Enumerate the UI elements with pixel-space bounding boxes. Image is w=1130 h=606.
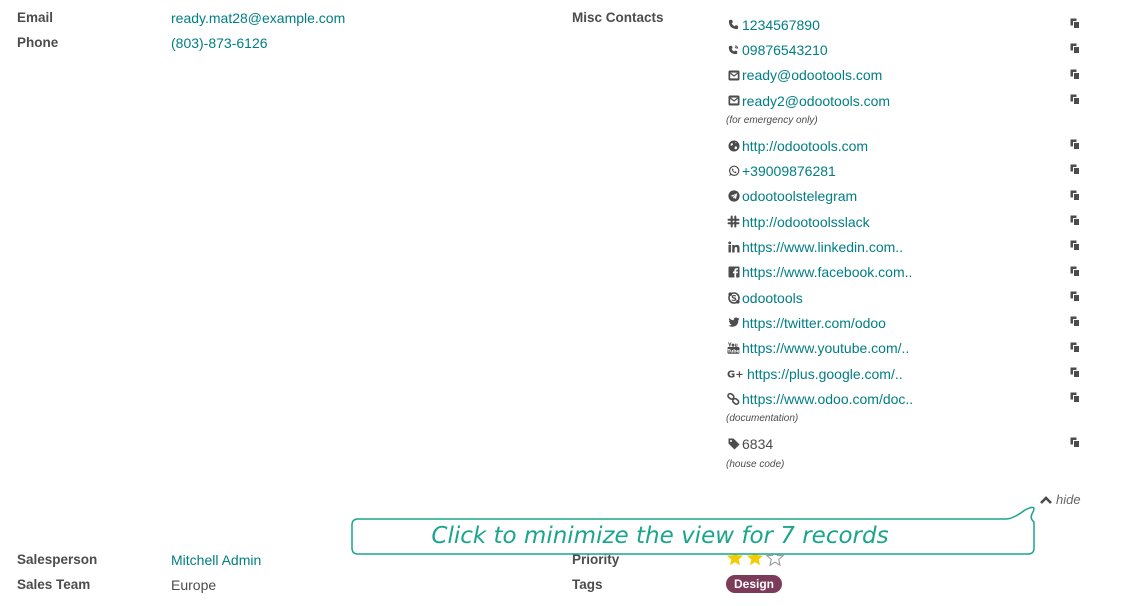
phone-icon — [726, 18, 741, 32]
contact-row: G+ https://plus.google.com/.. — [726, 361, 1086, 386]
contact-row: Tube https://www.youtube.com/.. — [726, 336, 1086, 361]
copy-icon[interactable] — [1070, 162, 1080, 176]
contact-value[interactable]: ready@odootools.com — [742, 67, 882, 83]
contact-row: +39009876281 — [726, 158, 1086, 183]
copy-icon[interactable] — [1070, 188, 1080, 201]
contact-note: (documentation) — [726, 413, 799, 425]
hint-callout: Click to minimize the view for 7 records — [350, 506, 1036, 555]
linkedin-icon — [726, 240, 741, 254]
salesperson-label: Salesperson — [17, 552, 98, 567]
contact-note: (house code) — [726, 458, 785, 470]
contact-row: 09876543210 — [726, 37, 1086, 62]
contact-row: 6834 — [726, 431, 1086, 456]
contact-row: odootoolstelegram — [726, 184, 1086, 209]
skype-icon: S — [726, 291, 741, 305]
globe-icon — [726, 139, 741, 153]
copy-icon[interactable] — [1070, 238, 1080, 252]
contact-value[interactable]: ready2@odootools.com — [742, 93, 890, 109]
contact-note: (for emergency only) — [726, 115, 818, 127]
copy-icon[interactable] — [1070, 41, 1080, 55]
contact-value[interactable]: http://odootools.com — [742, 138, 868, 154]
contact-value[interactable]: https://www.facebook.com.. — [742, 264, 912, 280]
telegram-icon — [726, 189, 741, 203]
mobile-icon — [726, 43, 741, 57]
copy-icon[interactable] — [1070, 92, 1080, 105]
whatsapp-icon — [726, 164, 741, 178]
copy-icon[interactable] — [1070, 264, 1080, 277]
callout-text: Click to minimize the view for 7 records — [431, 522, 889, 549]
contact-value[interactable]: odootools — [742, 290, 803, 306]
copy-icon[interactable] — [1070, 137, 1080, 151]
salesteam-value[interactable]: Europe — [171, 577, 216, 593]
contact-value[interactable]: https://www.odoo.com/doc.. — [742, 391, 913, 407]
contact-row: Sodootools — [726, 285, 1086, 310]
contact-row: https://www.linkedin.com.. — [726, 234, 1086, 259]
copy-icon[interactable] — [1070, 314, 1080, 328]
envelope-icon — [726, 68, 741, 82]
link-icon — [726, 392, 741, 406]
contact-row: 1234567890 — [726, 12, 1086, 37]
svg-text:S: S — [731, 293, 737, 302]
contact-value[interactable]: 09876543210 — [742, 42, 828, 58]
copy-icon[interactable] — [1070, 435, 1080, 449]
salesteam-label: Sales Team — [17, 577, 91, 592]
contact-value[interactable]: 1234567890 — [742, 17, 820, 33]
contact-row: https://www.facebook.com.. — [726, 260, 1086, 285]
contact-value[interactable]: https://www.youtube.com/.. — [742, 340, 909, 356]
contact-value[interactable]: https://twitter.com/odoo — [742, 315, 886, 331]
youtube-icon: Tube — [726, 341, 741, 355]
misc-contacts-list: 1234567890 09876543210 ready@odootools.com… — [726, 12, 1086, 477]
google-plus-icon: G+ — [726, 367, 746, 381]
copy-icon[interactable] — [1070, 289, 1080, 302]
facebook-icon — [726, 265, 741, 279]
tag-badge[interactable]: Design — [726, 575, 783, 593]
tag-icon — [726, 437, 741, 451]
salesperson-value[interactable]: Mitchell Admin — [171, 552, 261, 568]
copy-icon[interactable] — [1070, 67, 1080, 80]
copy-icon[interactable] — [1070, 340, 1080, 353]
copy-icon[interactable] — [1070, 390, 1080, 404]
tags-label: Tags — [572, 577, 603, 592]
phone-label: Phone — [17, 35, 59, 50]
phone-value[interactable]: (803)-873-6126 — [171, 35, 268, 51]
contact-value[interactable]: https://www.linkedin.com.. — [742, 239, 903, 255]
copy-icon[interactable] — [1070, 365, 1080, 378]
contact-value[interactable]: +39009876281 — [742, 163, 836, 179]
copy-icon[interactable] — [1070, 213, 1080, 227]
contact-row: ready2@odootools.com — [726, 88, 1086, 113]
contact-value[interactable]: odootoolstelegram — [742, 188, 857, 204]
email-label: Email — [17, 10, 54, 25]
copy-icon[interactable] — [1070, 16, 1080, 29]
email-value[interactable]: ready.mat28@example.com — [171, 10, 345, 26]
contact-row: http://odootoolsslack — [726, 209, 1086, 234]
svg-text:Tube: Tube — [727, 349, 739, 355]
hide-label: hide — [1056, 492, 1081, 507]
misc-contacts-label: Misc Contacts — [572, 10, 664, 25]
envelope-icon — [726, 94, 741, 108]
contact-value[interactable]: https://plus.google.com/.. — [747, 366, 903, 382]
contact-value: 6834 — [742, 436, 774, 453]
contact-value[interactable]: http://odootoolsslack — [742, 214, 870, 230]
slack-icon — [726, 215, 741, 229]
contact-row: https://twitter.com/odoo — [726, 310, 1086, 335]
chevron-up-icon — [1040, 495, 1052, 504]
hide-toggle[interactable]: hide — [1040, 492, 1081, 507]
contact-row: https://www.odoo.com/doc.. — [726, 386, 1086, 411]
twitter-icon — [726, 316, 741, 330]
contact-row: ready@odootools.com — [726, 63, 1086, 88]
contact-row: http://odootools.com — [726, 133, 1086, 158]
svg-text:G+: G+ — [727, 370, 744, 380]
